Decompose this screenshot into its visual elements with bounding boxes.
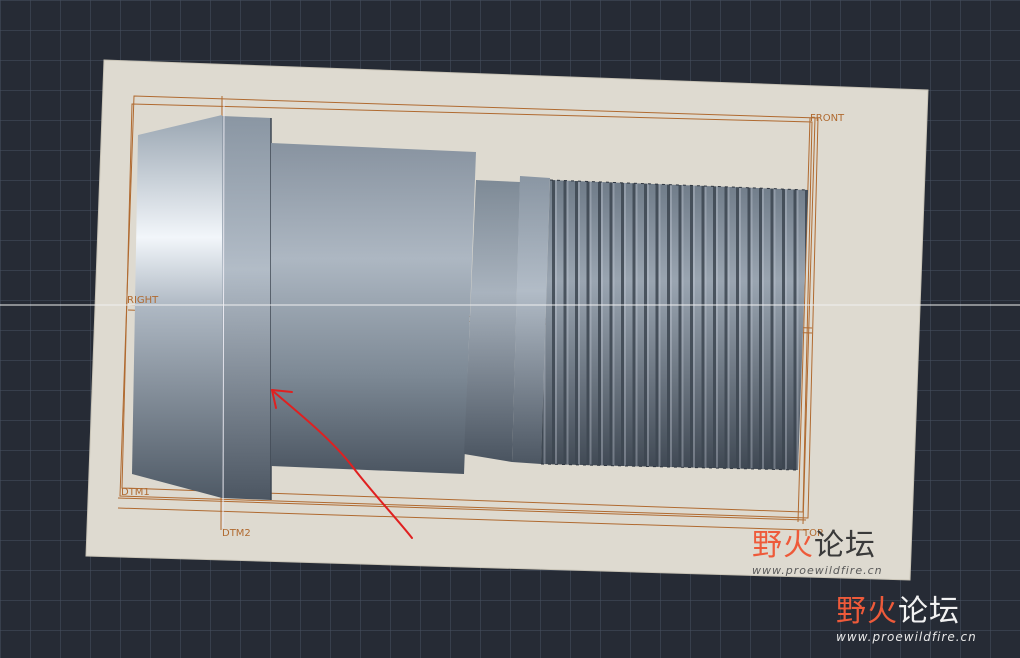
corner-watermark-url: www.proewildfire.cn xyxy=(836,630,977,644)
thread-ridges xyxy=(541,180,808,470)
watermark-brand-part1: 野火 xyxy=(752,528,814,563)
datum-label-dtm2[interactable]: DTM2 xyxy=(222,528,251,539)
corner-watermark-logo: 野火论坛 www.proewildfire.cn xyxy=(836,586,977,644)
corner-watermark-brand-part2: 论坛 xyxy=(898,594,960,629)
corner-watermark-brand-part1: 野火 xyxy=(836,594,898,629)
datum-label-front[interactable]: FRONT xyxy=(810,113,845,124)
part-body-section[interactable] xyxy=(271,143,476,474)
watermark-url: www.proewildfire.cn xyxy=(752,564,883,577)
watermark-logo: 野火论坛 www.proewildfire.cn xyxy=(752,520,883,577)
watermark-brand-part2: 论坛 xyxy=(814,528,876,563)
datum-label-right[interactable]: RIGHT xyxy=(127,295,159,306)
part-cone-section[interactable] xyxy=(132,115,222,498)
datum-label-dtm1[interactable]: DTM1 xyxy=(121,487,150,498)
part-flange-section[interactable] xyxy=(222,116,271,500)
